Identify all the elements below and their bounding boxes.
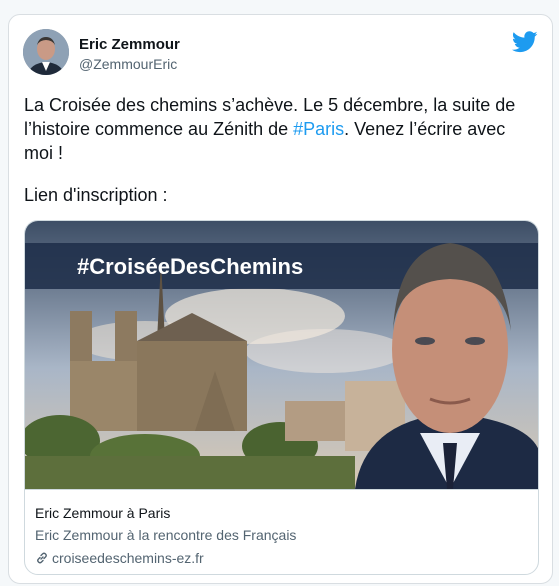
card-image[interactable]: #CroiséeDesChemins — [25, 221, 539, 489]
card-title[interactable]: Eric Zemmour à Paris — [35, 505, 170, 521]
card-url-text: croiseedeschemins-ez.fr — [52, 550, 204, 566]
avatar-image — [23, 29, 69, 75]
author-name[interactable]: Eric Zemmour — [79, 36, 180, 53]
card-url[interactable]: croiseedeschemins-ez.fr — [35, 550, 204, 566]
tweet-text: La Croisée des chemins s’achève. Le 5 dé… — [24, 93, 539, 165]
link-preview-card[interactable]: #CroiséeDesChemins Eric Zemmour à Paris … — [24, 220, 539, 575]
twitter-bird-icon[interactable] — [512, 31, 538, 53]
tweet-card: Eric Zemmour @ZemmourEric La Croisée des… — [8, 14, 553, 584]
banner-hashtag: #CroiséeDesChemins — [77, 254, 303, 279]
card-meta[interactable]: Eric Zemmour à Paris Eric Zemmour à la r… — [25, 489, 538, 574]
registration-label: Lien d'inscription : — [24, 185, 168, 205]
author-handle[interactable]: @ZemmourEric — [79, 56, 177, 72]
avatar[interactable] — [23, 29, 69, 75]
card-description[interactable]: Eric Zemmour à la rencontre des Français — [35, 527, 296, 543]
link-icon — [37, 552, 47, 564]
hashtag-link[interactable]: #Paris — [293, 119, 344, 139]
